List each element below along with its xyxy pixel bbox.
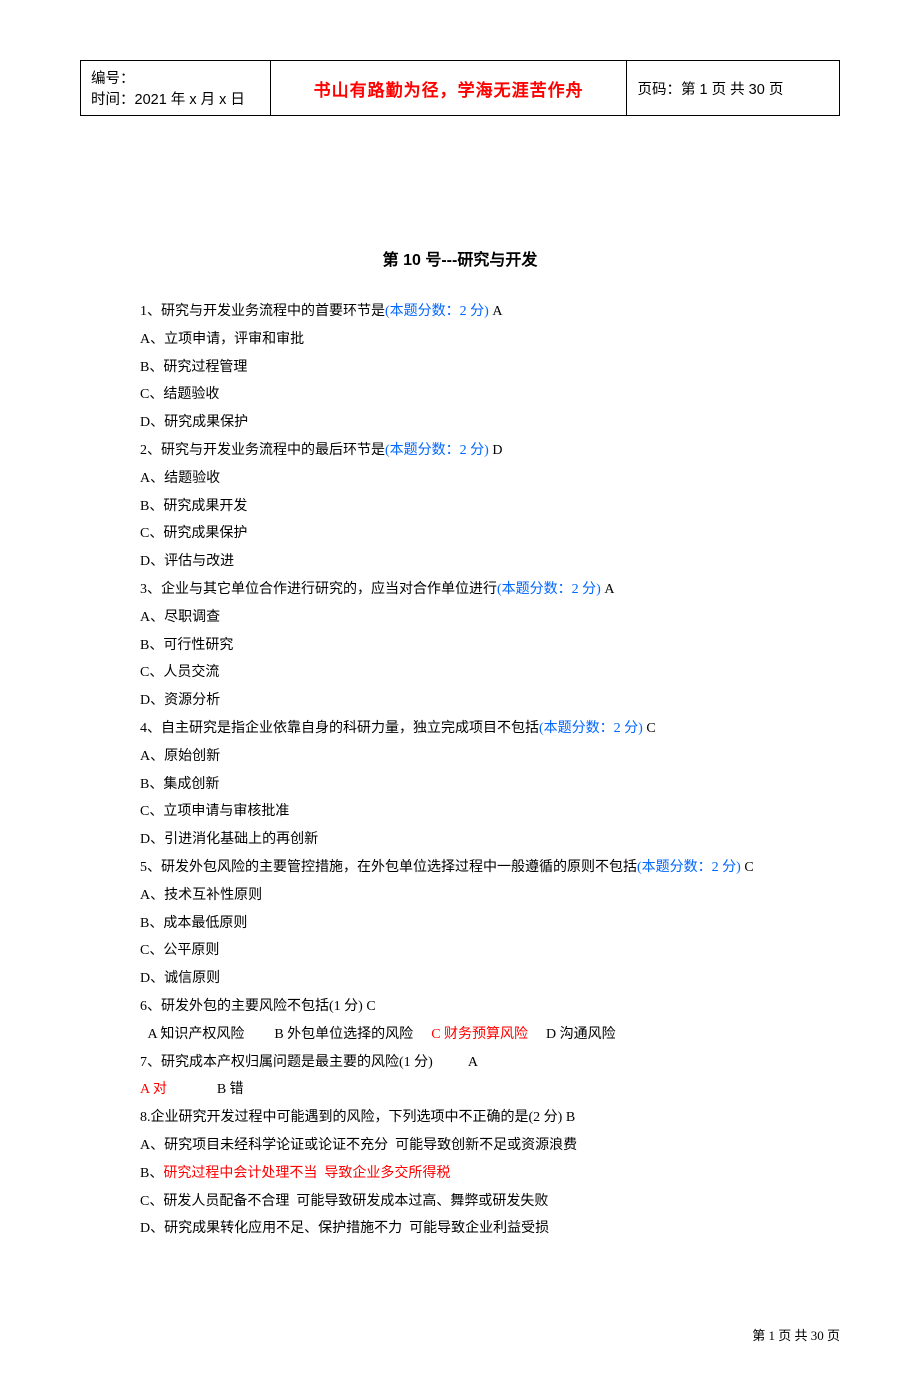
q8-opt-d: D、研究成果转化应用不足、保护措施不力 可能导致企业利益受损	[140, 1217, 780, 1241]
content-area: 第 10 号---研究与开发 1、研究与开发业务流程中的首要环节是(本题分数：2…	[80, 116, 840, 1241]
q2-stem-text: 2、研究与开发业务流程中的最后环节是	[140, 443, 385, 458]
q3-stem-text: 3、企业与其它单位合作进行研究的，应当对合作单位进行	[140, 582, 497, 597]
q7-options: A 对B 错	[140, 1078, 780, 1102]
header-center-cell: 书山有路勤为径，学海无涯苦作舟	[270, 61, 627, 116]
q5-stem: 5、研发外包风险的主要管控措施，在外包单位选择过程中一般遵循的原则不包括(本题分…	[140, 856, 780, 880]
q5-opt-c: C、公平原则	[140, 939, 780, 963]
serial-label: 编号：	[91, 67, 260, 88]
q6-opt-b: B 外包单位选择的风险	[274, 1027, 413, 1042]
q8-opt-c: C、研发人员配备不合理 可能导致研发成本过高、舞弊或研发失败	[140, 1190, 780, 1214]
q1-stem-text: 1、研究与开发业务流程中的首要环节是	[140, 304, 385, 319]
q3-opt-b: B、可行性研究	[140, 634, 780, 658]
q7-opt-a: A 对	[140, 1082, 167, 1097]
q4-opt-c: C、立项申请与审核批准	[140, 800, 780, 824]
q4-stem: 4、自主研究是指企业依靠自身的科研力量，独立完成项目不包括(本题分数：2 分) …	[140, 717, 780, 741]
page-footer: 第 1 页 共 30 页	[0, 1285, 920, 1374]
q1-stem: 1、研究与开发业务流程中的首要环节是(本题分数：2 分) A	[140, 300, 780, 324]
q5-opt-b: B、成本最低原则	[140, 912, 780, 936]
q4-opt-a: A、原始创新	[140, 745, 780, 769]
time-label: 时间：2021 年 x 月 x 日	[91, 88, 260, 109]
q2-opt-c: C、研究成果保护	[140, 522, 780, 546]
q2-opt-b: B、研究成果开发	[140, 495, 780, 519]
q1-opt-b: B、研究过程管理	[140, 356, 780, 380]
q4-answer: C	[643, 721, 656, 736]
q5-opt-d: D、诚信原则	[140, 967, 780, 991]
q3-opt-c: C、人员交流	[140, 661, 780, 685]
q8-stem: 8.企业研究开发过程中可能遇到的风险，下列选项中不正确的是(2 分) B	[140, 1106, 780, 1130]
q3-opt-d: D、资源分析	[140, 689, 780, 713]
q2-opt-d: D、评估与改进	[140, 550, 780, 574]
q5-score: (本题分数：2 分)	[637, 860, 741, 875]
q6-opt-a: A 知识产权风险	[144, 1027, 244, 1042]
q4-score: (本题分数：2 分)	[539, 721, 643, 736]
section-title: 第 10 号---研究与开发	[140, 246, 780, 270]
q4-opt-d: D、引进消化基础上的再创新	[140, 828, 780, 852]
page-suffix: 页	[765, 82, 784, 98]
q7-opt-b: B 错	[217, 1082, 244, 1097]
q4-stem-text: 4、自主研究是指企业依靠自身的科研力量，独立完成项目不包括	[140, 721, 539, 736]
q8-opt-a: A、研究项目未经科学论证或论证不充分 可能导致创新不足或资源浪费	[140, 1134, 780, 1158]
q2-opt-a: A、结题验收	[140, 467, 780, 491]
q8-opt-b-prefix: B、	[140, 1166, 163, 1181]
q3-answer: A	[601, 582, 615, 597]
page-current: 1	[700, 82, 708, 98]
q6-stem: 6、研发外包的主要风险不包括(1 分) C	[140, 995, 780, 1019]
q2-stem: 2、研究与开发业务流程中的最后环节是(本题分数：2 分) D	[140, 439, 780, 463]
q1-opt-c: C、结题验收	[140, 383, 780, 407]
q7-stem: 7、研究成本产权归属问题是最主要的风险(1 分) A	[140, 1051, 780, 1075]
q8-opt-b: 研究过程中会计处理不当 导致企业多交所得税	[163, 1166, 450, 1181]
q6-opt-c: C 财务预算风险	[431, 1027, 528, 1042]
q1-opt-a: A、立项申请，评审和审批	[140, 328, 780, 352]
header-table: 编号： 时间：2021 年 x 月 x 日 书山有路勤为径，学海无涯苦作舟 页码…	[80, 60, 840, 116]
q1-answer: A	[489, 304, 503, 319]
q1-opt-d: D、研究成果保护	[140, 411, 780, 435]
q3-stem: 3、企业与其它单位合作进行研究的，应当对合作单位进行(本题分数：2 分) A	[140, 578, 780, 602]
q6-opt-d: D 沟通风险	[546, 1027, 616, 1042]
q5-answer: C	[741, 860, 754, 875]
page-mid: 页 共	[708, 82, 749, 98]
q3-score: (本题分数：2 分)	[497, 582, 601, 597]
q3-opt-a: A、尽职调查	[140, 606, 780, 630]
header-left-cell: 编号： 时间：2021 年 x 月 x 日	[81, 61, 271, 116]
q1-score: (本题分数：2 分)	[385, 304, 489, 319]
q2-score: (本题分数：2 分)	[385, 443, 489, 458]
q2-answer: D	[489, 443, 503, 458]
q5-stem-text: 5、研发外包风险的主要管控措施，在外包单位选择过程中一般遵循的原则不包括	[140, 860, 637, 875]
q5-opt-a: A、技术互补性原则	[140, 884, 780, 908]
q8-opt-b-wrap: B、研究过程中会计处理不当 导致企业多交所得税	[140, 1162, 780, 1186]
page-label-prefix: 页码：第	[637, 82, 699, 98]
q4-opt-b: B、集成创新	[140, 773, 780, 797]
q6-options: A 知识产权风险 B 外包单位选择的风险 C 财务预算风险 D 沟通风险	[144, 1023, 780, 1047]
maxim-text: 书山有路勤为径，学海无涯苦作舟	[314, 81, 584, 100]
page-total: 30	[749, 82, 765, 98]
header-right-cell: 页码：第 1 页 共 30 页	[627, 61, 840, 116]
